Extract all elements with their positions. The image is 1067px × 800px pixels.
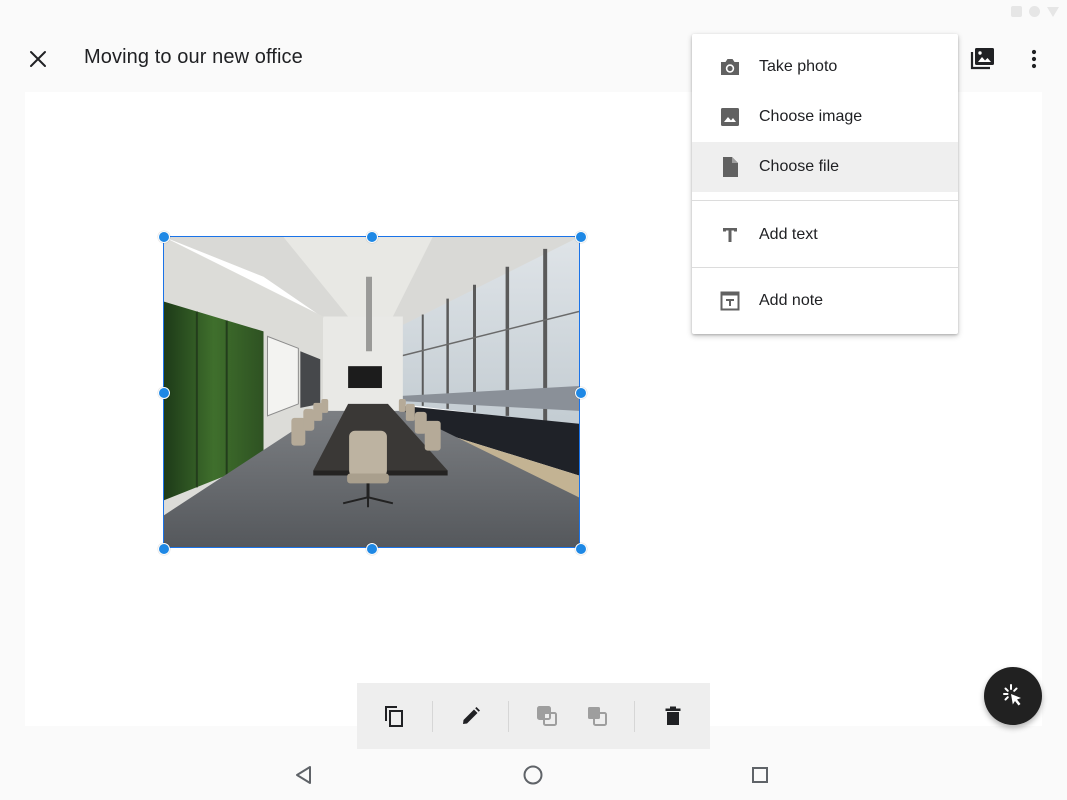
camera-icon <box>718 55 742 79</box>
status-bar-icons <box>1011 6 1059 17</box>
object-toolbar <box>357 683 710 749</box>
menu-item-label: Add note <box>759 292 824 309</box>
copy-button[interactable] <box>378 700 410 732</box>
back-icon <box>296 766 311 784</box>
status-square-icon <box>1011 6 1022 17</box>
nav-back-button[interactable] <box>291 762 317 788</box>
menu-item-label: Add text <box>759 226 818 243</box>
menu-item-add-text[interactable]: Add text <box>692 210 958 260</box>
gallery-button[interactable] <box>965 42 999 76</box>
nav-home-button[interactable] <box>520 762 546 788</box>
status-triangle-icon <box>1047 6 1059 17</box>
close-icon <box>30 51 46 67</box>
edit-button[interactable] <box>455 700 487 732</box>
menu-item-take-photo[interactable]: Take photo <box>692 42 958 92</box>
text-icon <box>718 223 742 247</box>
page-title: Moving to our new office <box>84 46 303 68</box>
insert-menu: Take photo Choose image Choose file Add … <box>692 34 958 334</box>
resize-handle-bottom-left[interactable] <box>158 543 170 555</box>
resize-handle-top[interactable] <box>366 231 378 243</box>
image-icon <box>718 105 742 129</box>
status-circle-icon <box>1029 6 1040 17</box>
select-mode-fab[interactable] <box>984 667 1042 725</box>
resize-handle-right[interactable] <box>575 387 587 399</box>
edit-icon <box>463 707 480 724</box>
copy-icon <box>385 706 403 727</box>
resize-handle-bottom-right[interactable] <box>575 543 587 555</box>
note-icon <box>718 289 742 313</box>
close-button[interactable] <box>22 43 54 75</box>
resize-handle-bottom[interactable] <box>366 543 378 555</box>
resize-handle-top-left[interactable] <box>158 231 170 243</box>
file-icon <box>718 155 742 179</box>
menu-item-label: Choose image <box>759 108 863 125</box>
menu-divider <box>692 200 958 201</box>
delete-icon <box>665 706 681 725</box>
bring-forward-button[interactable] <box>581 700 613 732</box>
menu-item-choose-file[interactable]: Choose file <box>692 142 958 192</box>
send-backward-icon <box>537 706 557 726</box>
menu-item-choose-image[interactable]: Choose image <box>692 92 958 142</box>
topbar-actions <box>965 42 1051 76</box>
delete-button[interactable] <box>657 700 689 732</box>
send-backward-button[interactable] <box>531 700 563 732</box>
more-options-button[interactable] <box>1017 42 1051 76</box>
bring-forward-icon <box>588 707 607 726</box>
menu-item-label: Take photo <box>759 58 838 75</box>
select-cursor-icon <box>1003 684 1021 706</box>
toolbar-separator <box>634 701 635 732</box>
menu-divider <box>692 267 958 268</box>
resize-handle-left[interactable] <box>158 387 170 399</box>
toolbar-separator <box>432 701 433 732</box>
nav-recents-button[interactable] <box>747 762 773 788</box>
home-icon <box>523 765 543 785</box>
toolbar-separator <box>508 701 509 732</box>
menu-item-add-note[interactable]: Add note <box>692 276 958 326</box>
photo-library-icon <box>970 48 994 70</box>
selected-image[interactable] <box>158 231 587 555</box>
more-vert-icon <box>1031 49 1037 69</box>
conference-room-photo <box>164 237 579 547</box>
menu-item-label: Choose file <box>759 158 840 175</box>
resize-handle-top-right[interactable] <box>575 231 587 243</box>
system-navigation-bar <box>0 750 1067 800</box>
recents-icon <box>752 767 768 783</box>
